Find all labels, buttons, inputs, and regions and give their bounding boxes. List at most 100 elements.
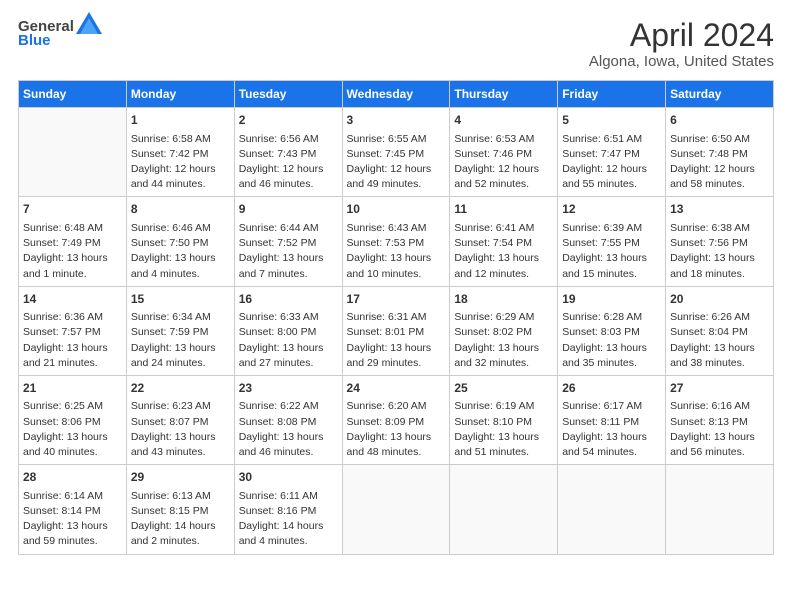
day-info: Sunrise: 6:13 AMSunset: 8:15 PMDaylight:… xyxy=(131,489,230,550)
day-info: Sunrise: 6:22 AMSunset: 8:08 PMDaylight:… xyxy=(239,399,338,460)
calendar-cell xyxy=(666,465,774,554)
day-number: 5 xyxy=(562,112,661,129)
col-sunday: Sunday xyxy=(19,81,127,108)
col-saturday: Saturday xyxy=(666,81,774,108)
day-number: 24 xyxy=(347,380,446,397)
day-number: 26 xyxy=(562,380,661,397)
day-number: 2 xyxy=(239,112,338,129)
day-number: 21 xyxy=(23,380,122,397)
day-info: Sunrise: 6:46 AMSunset: 7:50 PMDaylight:… xyxy=(131,221,230,282)
day-info: Sunrise: 6:19 AMSunset: 8:10 PMDaylight:… xyxy=(454,399,553,460)
day-number: 3 xyxy=(347,112,446,129)
day-number: 25 xyxy=(454,380,553,397)
day-number: 22 xyxy=(131,380,230,397)
day-info: Sunrise: 6:17 AMSunset: 8:11 PMDaylight:… xyxy=(562,399,661,460)
calendar-cell: 29 Sunrise: 6:13 AMSunset: 8:15 PMDayligh… xyxy=(126,465,234,554)
day-info: Sunrise: 6:33 AMSunset: 8:00 PMDaylight:… xyxy=(239,310,338,371)
day-info: Sunrise: 6:50 AMSunset: 7:48 PMDaylight:… xyxy=(670,132,769,193)
col-tuesday: Tuesday xyxy=(234,81,342,108)
day-number: 11 xyxy=(454,201,553,218)
day-info: Sunrise: 6:28 AMSunset: 8:03 PMDaylight:… xyxy=(562,310,661,371)
calendar-cell: 11 Sunrise: 6:41 AMSunset: 7:54 PMDayligh… xyxy=(450,197,558,286)
day-number: 1 xyxy=(131,112,230,129)
calendar-cell: 7 Sunrise: 6:48 AMSunset: 7:49 PMDaylight… xyxy=(19,197,127,286)
calendar-cell xyxy=(19,108,127,197)
day-info: Sunrise: 6:41 AMSunset: 7:54 PMDaylight:… xyxy=(454,221,553,282)
day-number: 7 xyxy=(23,201,122,218)
day-info: Sunrise: 6:14 AMSunset: 8:14 PMDaylight:… xyxy=(23,489,122,550)
calendar-cell: 14 Sunrise: 6:36 AMSunset: 7:57 PMDayligh… xyxy=(19,286,127,375)
day-number: 30 xyxy=(239,469,338,486)
day-number: 18 xyxy=(454,291,553,308)
calendar-header-row: Sunday Monday Tuesday Wednesday Thursday… xyxy=(19,81,774,108)
calendar-cell: 21 Sunrise: 6:25 AMSunset: 8:06 PMDayligh… xyxy=(19,375,127,464)
calendar-cell: 30 Sunrise: 6:11 AMSunset: 8:16 PMDayligh… xyxy=(234,465,342,554)
day-info: Sunrise: 6:53 AMSunset: 7:46 PMDaylight:… xyxy=(454,132,553,193)
day-info: Sunrise: 6:56 AMSunset: 7:43 PMDaylight:… xyxy=(239,132,338,193)
day-info: Sunrise: 6:23 AMSunset: 8:07 PMDaylight:… xyxy=(131,399,230,460)
day-number: 17 xyxy=(347,291,446,308)
main-container: General Blue April 2024 Algona, Iowa, Un… xyxy=(0,0,792,565)
day-info: Sunrise: 6:29 AMSunset: 8:02 PMDaylight:… xyxy=(454,310,553,371)
calendar-cell: 16Sunrise: 6:33 AMSunset: 8:00 PMDayligh… xyxy=(234,286,342,375)
day-info: Sunrise: 6:11 AMSunset: 8:16 PMDaylight:… xyxy=(239,489,338,550)
day-number: 9 xyxy=(239,201,338,218)
calendar-cell: 18 Sunrise: 6:29 AMSunset: 8:02 PMDayligh… xyxy=(450,286,558,375)
day-number: 8 xyxy=(131,201,230,218)
logo: General Blue xyxy=(18,18,102,49)
logo-icon xyxy=(76,12,102,34)
header: General Blue April 2024 Algona, Iowa, Un… xyxy=(18,18,774,70)
calendar-cell: 27Sunrise: 6:16 AMSunset: 8:13 PMDayligh… xyxy=(666,375,774,464)
calendar-cell: 10 Sunrise: 6:43 AMSunset: 7:53 PMDayligh… xyxy=(342,197,450,286)
calendar-cell: 1 Sunrise: 6:58 AMSunset: 7:42 PMDaylight… xyxy=(126,108,234,197)
calendar-cell xyxy=(558,465,666,554)
calendar-cell: 25 Sunrise: 6:19 AMSunset: 8:10 PMDayligh… xyxy=(450,375,558,464)
calendar-cell: 8 Sunrise: 6:46 AMSunset: 7:50 PMDaylight… xyxy=(126,197,234,286)
calendar-cell: 28 Sunrise: 6:14 AMSunset: 8:14 PMDayligh… xyxy=(19,465,127,554)
calendar-week-row: 7 Sunrise: 6:48 AMSunset: 7:49 PMDaylight… xyxy=(19,197,774,286)
day-number: 28 xyxy=(23,469,122,486)
day-info: Sunrise: 6:38 AMSunset: 7:56 PMDaylight:… xyxy=(670,221,769,282)
calendar-cell: 19 Sunrise: 6:28 AMSunset: 8:03 PMDayligh… xyxy=(558,286,666,375)
day-number: 12 xyxy=(562,201,661,218)
day-number: 6 xyxy=(670,112,769,129)
col-wednesday: Wednesday xyxy=(342,81,450,108)
day-info: Sunrise: 6:25 AMSunset: 8:06 PMDaylight:… xyxy=(23,399,122,460)
calendar-week-row: 28 Sunrise: 6:14 AMSunset: 8:14 PMDayligh… xyxy=(19,465,774,554)
day-number: 29 xyxy=(131,469,230,486)
calendar-cell: 12Sunrise: 6:39 AMSunset: 7:55 PMDayligh… xyxy=(558,197,666,286)
day-info: Sunrise: 6:34 AMSunset: 7:59 PMDaylight:… xyxy=(131,310,230,371)
col-thursday: Thursday xyxy=(450,81,558,108)
calendar-cell: 15Sunrise: 6:34 AMSunset: 7:59 PMDayligh… xyxy=(126,286,234,375)
col-friday: Friday xyxy=(558,81,666,108)
calendar-week-row: 14 Sunrise: 6:36 AMSunset: 7:57 PMDayligh… xyxy=(19,286,774,375)
calendar-week-row: 21 Sunrise: 6:25 AMSunset: 8:06 PMDayligh… xyxy=(19,375,774,464)
calendar-cell: 5 Sunrise: 6:51 AMSunset: 7:47 PMDaylight… xyxy=(558,108,666,197)
day-number: 19 xyxy=(562,291,661,308)
calendar-cell: 9Sunrise: 6:44 AMSunset: 7:52 PMDaylight… xyxy=(234,197,342,286)
day-number: 13 xyxy=(670,201,769,218)
day-info: Sunrise: 6:48 AMSunset: 7:49 PMDaylight:… xyxy=(23,221,122,282)
day-info: Sunrise: 6:26 AMSunset: 8:04 PMDaylight:… xyxy=(670,310,769,371)
calendar-cell xyxy=(450,465,558,554)
day-info: Sunrise: 6:43 AMSunset: 7:53 PMDaylight:… xyxy=(347,221,446,282)
calendar-cell: 20Sunrise: 6:26 AMSunset: 8:04 PMDayligh… xyxy=(666,286,774,375)
calendar-cell: 22 Sunrise: 6:23 AMSunset: 8:07 PMDayligh… xyxy=(126,375,234,464)
day-info: Sunrise: 6:51 AMSunset: 7:47 PMDaylight:… xyxy=(562,132,661,193)
day-info: Sunrise: 6:55 AMSunset: 7:45 PMDaylight:… xyxy=(347,132,446,193)
col-monday: Monday xyxy=(126,81,234,108)
calendar-cell: 23Sunrise: 6:22 AMSunset: 8:08 PMDayligh… xyxy=(234,375,342,464)
day-number: 10 xyxy=(347,201,446,218)
calendar-cell: 2 Sunrise: 6:56 AMSunset: 7:43 PMDaylight… xyxy=(234,108,342,197)
calendar-cell: 3 Sunrise: 6:55 AMSunset: 7:45 PMDaylight… xyxy=(342,108,450,197)
calendar-title: April 2024 xyxy=(589,18,774,53)
title-block: April 2024 Algona, Iowa, United States xyxy=(589,18,774,70)
day-number: 14 xyxy=(23,291,122,308)
day-info: Sunrise: 6:16 AMSunset: 8:13 PMDaylight:… xyxy=(670,399,769,460)
calendar-cell: 24Sunrise: 6:20 AMSunset: 8:09 PMDayligh… xyxy=(342,375,450,464)
day-info: Sunrise: 6:31 AMSunset: 8:01 PMDaylight:… xyxy=(347,310,446,371)
day-info: Sunrise: 6:58 AMSunset: 7:42 PMDaylight:… xyxy=(131,132,230,193)
day-info: Sunrise: 6:36 AMSunset: 7:57 PMDaylight:… xyxy=(23,310,122,371)
calendar-cell: 6 Sunrise: 6:50 AMSunset: 7:48 PMDaylight… xyxy=(666,108,774,197)
calendar-table: Sunday Monday Tuesday Wednesday Thursday… xyxy=(18,80,774,554)
